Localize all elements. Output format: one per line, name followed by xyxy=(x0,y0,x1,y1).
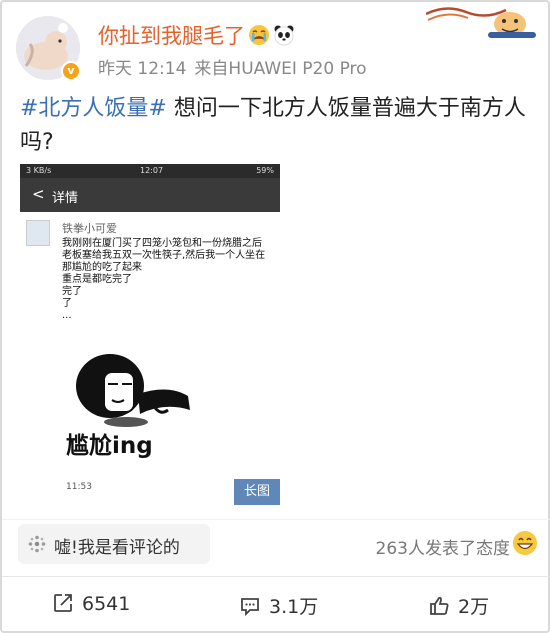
repost-button[interactable]: 6541 xyxy=(52,592,130,620)
embedded-nav-bar: < 详情 xyxy=(20,178,280,212)
comment-button[interactable]: 3.1万 xyxy=(239,592,318,620)
quoted-line: 我刚刚在厦门买了四笼小笼包和一份烧腊之后 xyxy=(62,238,262,249)
embedded-image[interactable]: 3 KB/s 12:07 59% < 详情 铁拳小可爱 我刚刚在厦门买了四笼小笼… xyxy=(20,164,280,512)
thumbs-up-icon xyxy=(430,596,449,615)
meme-caption: 尴尬ing xyxy=(66,433,153,459)
username[interactable]: 你扯到我腿毛了 xyxy=(98,24,245,48)
divider xyxy=(2,576,550,577)
comment-prompt-text: 嘘!我是看评论的 xyxy=(54,538,180,558)
crying-face-emoji-icon xyxy=(249,25,269,45)
quoted-avatar xyxy=(26,220,50,246)
panda-emoji-icon xyxy=(274,25,294,46)
verified-badge: v xyxy=(61,61,81,81)
hashtag-link[interactable]: #北方人饭量# xyxy=(20,96,167,121)
quoted-text: 我刚刚在厦门买了四笼小笼包和一份烧腊之后 老板塞给我五双一次性筷子,然后我一个人… xyxy=(62,238,278,322)
decoration-cartoon-icon xyxy=(426,7,536,38)
like-button[interactable]: 2万 xyxy=(428,592,489,620)
embedded-time: 11:53 xyxy=(66,482,92,492)
post-meta: 昨天 12:14 来自HUAWEI P20 Pro xyxy=(98,54,375,79)
divider xyxy=(2,519,550,520)
repost-count: 6541 xyxy=(82,593,131,615)
quoted-line: 那尴尬的吃了起来 xyxy=(62,262,142,273)
comment-count: 3.1万 xyxy=(269,596,319,618)
status-speed: 3 KB/s xyxy=(26,166,52,175)
username-row[interactable]: 你扯到我腿毛了 xyxy=(98,20,295,50)
attitude-count[interactable]: 263人发表了态度 xyxy=(376,534,510,559)
like-count: 2万 xyxy=(458,596,490,618)
back-chevron-icon: < xyxy=(32,185,45,203)
sparkle-icon xyxy=(28,535,46,553)
embedded-nav-title: 详情 xyxy=(52,191,79,206)
quoted-line: 完了 xyxy=(62,286,82,297)
quoted-author: 铁拳小可爱 xyxy=(62,222,117,235)
quoted-line: 老板塞给我五双一次性筷子,然后我一个人坐在 xyxy=(62,250,266,261)
repost-icon xyxy=(54,594,72,612)
status-time: 12:07 xyxy=(140,166,164,175)
post-time: 昨天 12:14 xyxy=(98,59,187,79)
quoted-line: 了 xyxy=(62,298,72,309)
long-image-badge[interactable]: 长图 xyxy=(234,479,280,505)
weibo-post-card: v 你扯到我腿毛了 昨天 12:14 来自HUAWEI P20 Pro #北方人饭… xyxy=(0,0,550,633)
grin-emoji-icon[interactable] xyxy=(512,530,538,556)
quoted-line: 重点是都吃完了 xyxy=(62,274,132,285)
post-source[interactable]: 来自HUAWEI P20 Pro xyxy=(194,59,366,79)
post-content: #北方人饭量# 想问一下北方人饭量普遍大于南方人吗? xyxy=(20,92,536,160)
comment-prompt-box[interactable]: 嘘!我是看评论的 xyxy=(18,524,210,564)
quoted-line: ... xyxy=(62,310,72,321)
phone-status-bar: 3 KB/s 12:07 59% xyxy=(20,164,280,178)
comment-icon xyxy=(241,598,259,617)
status-battery: 59% xyxy=(256,166,274,175)
